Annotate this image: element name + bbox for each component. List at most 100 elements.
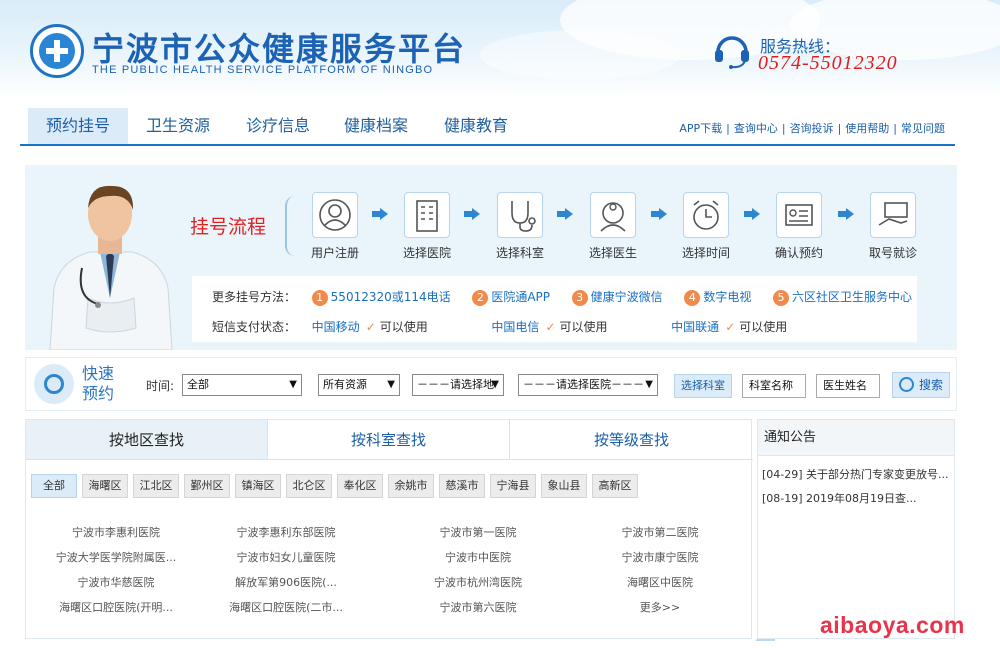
top-links: APP下载 | 查询中心 | 咨询投诉 | 使用帮助 | 常见问题: [677, 122, 947, 135]
region-yinzhou[interactable]: 鄞州区: [184, 474, 230, 498]
nav-tab-appointment[interactable]: 预约挂号: [28, 108, 128, 144]
hospital-link[interactable]: 宁波市妇女儿童医院: [196, 549, 376, 565]
notice-panel: 通知公告 [04-29] 关于部分热门专家变更放号... [08-19] 201…: [757, 419, 955, 639]
carrier-status: 可以使用: [559, 320, 608, 334]
card-hand-icon: [878, 202, 908, 226]
hospital-link[interactable]: 宁波市李惠利医院: [26, 524, 206, 540]
more-hospitals-link[interactable]: 更多>>: [570, 599, 750, 615]
hospital-link[interactable]: 宁波市中医院: [388, 549, 568, 565]
badge-2: 2: [472, 290, 489, 306]
carrier-status: 可以使用: [739, 320, 788, 334]
arrow-right-icon: [372, 208, 388, 220]
hospital-link[interactable]: 宁波市第二医院: [570, 524, 750, 540]
arrow-right-icon: [838, 208, 854, 220]
hospital-link[interactable]: 宁波市华慈医院: [26, 574, 206, 590]
hospital-building-icon: [416, 200, 438, 232]
hospital-link[interactable]: 海曙区口腔医院(开明...: [26, 599, 206, 615]
step-select-doctor: 选择医生: [578, 192, 648, 261]
checkmark-icon: ✓: [725, 320, 736, 334]
link-query-center[interactable]: 查询中心: [732, 122, 780, 135]
notice-item[interactable]: [04-29] 关于部分热门专家变更放号...: [762, 466, 952, 482]
region-haishu[interactable]: 海曙区: [82, 474, 128, 498]
carrier-status: 可以使用: [379, 320, 428, 334]
doctor-icon: [600, 202, 626, 232]
region-xiangshan[interactable]: 象山县: [541, 474, 587, 498]
hospital-link[interactable]: 宁波市第一医院: [388, 524, 568, 540]
search-button[interactable]: 搜索: [892, 372, 950, 398]
hospital-link[interactable]: 解放军第906医院(...: [196, 574, 376, 590]
dropdown-arrow-icon: ▼: [387, 379, 395, 390]
carrier-mobile: 中国移动: [311, 320, 360, 334]
method-community[interactable]: 六区社区卫生服务中心: [792, 290, 912, 304]
methods-label: 更多挂号方法：: [212, 290, 297, 304]
method-phone[interactable]: 55012320或114电话: [331, 290, 451, 304]
link-app-download[interactable]: APP下载: [677, 122, 724, 135]
step-user-register: 用户注册: [300, 192, 370, 261]
id-card-icon: [785, 204, 813, 226]
booking-methods-panel: 更多挂号方法： 1 55012320或114电话 2 医院通APP 3 健康宁波微信 …: [192, 276, 917, 342]
nav-tab-medical-info[interactable]: 诊疗信息: [232, 108, 324, 144]
site-logo[interactable]: [30, 24, 84, 78]
region-fenghua[interactable]: 奉化区: [337, 474, 383, 498]
tab-by-level[interactable]: 按等级查找: [510, 420, 753, 460]
headset-icon: [715, 36, 749, 69]
nav-tab-health-resources[interactable]: 卫生资源: [132, 108, 224, 144]
step-select-hospital: 选择医院: [392, 192, 462, 261]
brace-divider: [285, 196, 295, 256]
magnifier-icon: [34, 364, 74, 404]
area-select[interactable]: －－－请选择地 ▼: [412, 374, 504, 396]
badge-1: 1: [311, 290, 328, 306]
region-zhenhai[interactable]: 镇海区: [235, 474, 281, 498]
region-all[interactable]: 全部: [31, 474, 77, 498]
region-cixi[interactable]: 慈溪市: [439, 474, 485, 498]
arrow-right-icon: [651, 208, 667, 220]
select-department-button[interactable]: 选择科室: [674, 374, 732, 398]
badge-4: 4: [684, 290, 701, 306]
hospital-search-panel: 按地区查找 按科室查找 按等级查找 全部 海曙区 江北区 鄞州区 镇海区 北仑区…: [25, 419, 753, 639]
watermark: aibaoya.com: [820, 612, 965, 638]
hospital-link[interactable]: 宁波市康宁医院: [570, 549, 750, 565]
sms-label: 短信支付状态：: [212, 320, 297, 334]
step-select-department: 选择科室: [485, 192, 555, 261]
notice-title: 通知公告: [758, 420, 954, 456]
tab-by-department[interactable]: 按科室查找: [268, 420, 510, 460]
link-faq[interactable]: 常见问题: [899, 122, 947, 135]
doctor-name-input[interactable]: 医生姓名: [816, 374, 880, 398]
cloud-decoration: [480, 30, 680, 80]
region-jiangbei[interactable]: 江北区: [133, 474, 179, 498]
nav-tab-health-education[interactable]: 健康教育: [430, 108, 522, 144]
quick-booking-label: 快速 预约: [82, 364, 115, 403]
method-tv[interactable]: 数字电视: [703, 290, 751, 304]
hotline-number: 0574-55012320: [758, 52, 898, 74]
hospital-link[interactable]: 宁波大学医学院附属医...: [26, 549, 206, 565]
region-yuyao[interactable]: 余姚市: [388, 474, 434, 498]
tab-by-region[interactable]: 按地区查找: [26, 420, 268, 460]
nav-tab-health-records[interactable]: 健康档案: [330, 108, 422, 144]
resource-select[interactable]: 所有资源 ▼: [318, 374, 400, 396]
notice-item[interactable]: [08-19] 2019年08月19日查...: [762, 490, 952, 506]
step-confirm-booking: 确认预约: [764, 192, 834, 261]
checkmark-icon: ✓: [545, 320, 556, 334]
carrier-telecom: 中国电信: [491, 320, 540, 334]
hospital-link[interactable]: 宁波市杭州湾医院: [388, 574, 568, 590]
method-wechat[interactable]: 健康宁波微信: [591, 290, 663, 304]
dropdown-arrow-icon: ▼: [491, 379, 499, 390]
process-title: 挂号流程: [190, 216, 267, 238]
hospital-link[interactable]: 宁波市第六医院: [388, 599, 568, 615]
region-beilun[interactable]: 北仑区: [286, 474, 332, 498]
department-name-input[interactable]: 科室名称: [742, 374, 806, 398]
time-select[interactable]: 全部 ▼: [182, 374, 302, 396]
step-get-number: 取号就诊: [858, 192, 928, 261]
region-gaoxin[interactable]: 高新区: [592, 474, 638, 498]
hospital-select[interactable]: －－－请选择医院－－－ ▼: [518, 374, 658, 396]
link-complaints[interactable]: 咨询投诉: [788, 122, 836, 135]
link-help[interactable]: 使用帮助: [843, 122, 891, 135]
hospital-link[interactable]: 海曙区中医院: [570, 574, 750, 590]
method-app[interactable]: 医院通APP: [491, 290, 550, 304]
dropdown-arrow-icon: ▼: [645, 379, 653, 390]
hospital-link[interactable]: 海曙区口腔医院(二市...: [196, 599, 376, 615]
arrow-right-icon: [464, 208, 480, 220]
stethoscope-icon: [511, 201, 536, 232]
region-ninghai[interactable]: 宁海县: [490, 474, 536, 498]
hospital-link[interactable]: 宁波李惠利东部医院: [196, 524, 376, 540]
